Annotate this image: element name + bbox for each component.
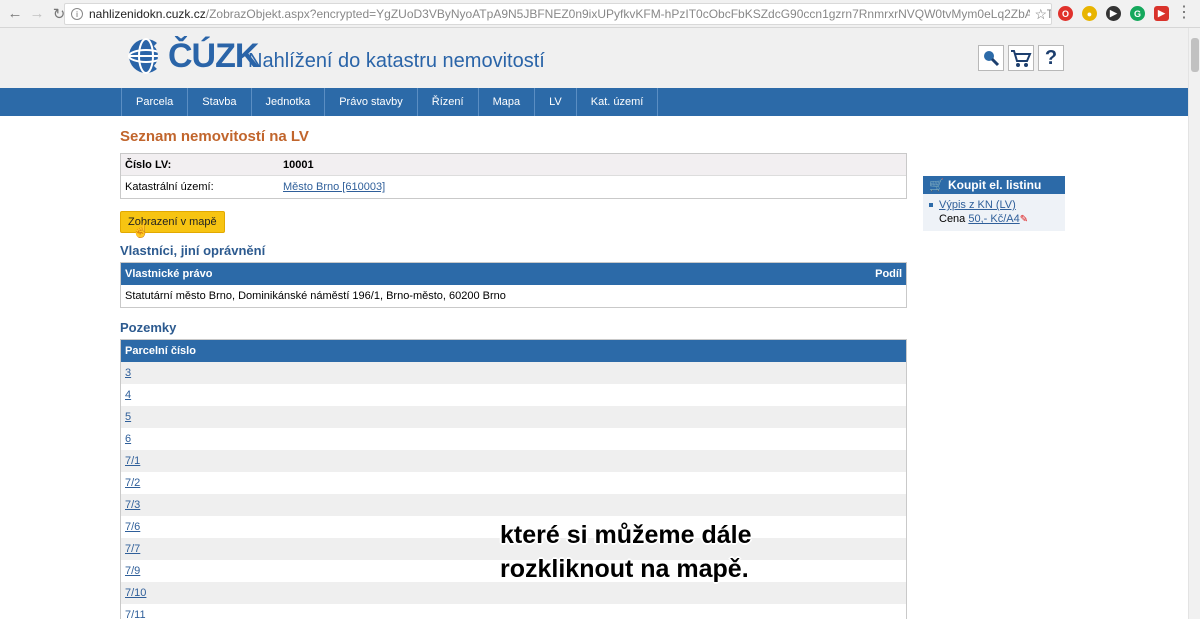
cadastral-area-row: Katastrální území: Město Brno [610003] xyxy=(121,176,906,198)
parcel-link[interactable]: 7/3 xyxy=(125,499,140,511)
cart-small-icon: 🛒 xyxy=(929,178,944,192)
back-arrow-icon[interactable]: ← xyxy=(4,3,26,25)
cart-icon[interactable] xyxy=(1008,45,1034,71)
help-icon[interactable]: ? xyxy=(1038,45,1064,71)
parcel-link[interactable]: 4 xyxy=(125,389,131,401)
parcel-number-column-header: Parcelní číslo xyxy=(121,340,906,362)
parcel-link[interactable]: 7/6 xyxy=(125,521,140,533)
price-label: Cena xyxy=(939,213,966,225)
site-title: Nahlížení do katastru nemovitostí xyxy=(248,50,545,72)
url-path: /ZobrazObjekt.aspx?encrypted=YgZUoD3VByN… xyxy=(205,7,1052,21)
price-link[interactable]: 50,- Kč/A4 xyxy=(968,213,1019,225)
subtitle-line-2: rozkliknout na mapě. xyxy=(500,555,749,583)
site-header: ČÚZK Nahlížení do katastru nemovitostí ? xyxy=(0,28,1200,88)
cuzk-logo[interactable]: ČÚZK xyxy=(126,36,259,76)
lv-info-table: Číslo LV: 10001 Katastrální území: Město… xyxy=(120,153,907,199)
share-column-header: Podíl xyxy=(875,268,902,280)
table-row: 3 xyxy=(121,362,906,384)
scrollbar-thumb[interactable] xyxy=(1191,38,1199,72)
info-icon[interactable]: i xyxy=(71,8,83,20)
cadastral-area-link[interactable]: Město Brno [610003] xyxy=(283,181,385,193)
main-navigation: Parcela Stavba Jednotka Právo stavby Říz… xyxy=(0,88,1200,116)
parcel-link[interactable]: 7/10 xyxy=(125,587,146,599)
opera-extension-icon[interactable]: O xyxy=(1058,6,1073,21)
lv-extract-link[interactable]: Výpis z KN (LV) xyxy=(939,199,1016,211)
forward-arrow-icon[interactable]: → xyxy=(26,3,48,25)
cadastral-area-label: Katastrální území: xyxy=(125,181,214,193)
play-extension-icon[interactable]: ▶ xyxy=(1106,6,1121,21)
nav-item-kat-uzemi[interactable]: Kat. území xyxy=(577,88,659,116)
nav-item-pravo-stavby[interactable]: Právo stavby xyxy=(325,88,418,116)
table-row: 5 xyxy=(121,406,906,428)
owner-row: Statutární město Brno, Dominikánské námě… xyxy=(125,290,506,302)
nav-item-jednotka[interactable]: Jednotka xyxy=(252,88,326,116)
table-row: 4 xyxy=(121,384,906,406)
land-heading: Pozemky xyxy=(120,320,177,335)
subtitle-line-1: které si můžeme dále xyxy=(500,521,752,549)
browser-toolbar: ← → ↻ i nahlizenidokn.cuzk.cz/ZobrazObje… xyxy=(0,0,1200,28)
table-row: 7/2 xyxy=(121,472,906,494)
show-in-map-button[interactable]: Zobrazení v mapě ☝ xyxy=(120,211,225,238)
table-row: 6 xyxy=(121,428,906,450)
hand-cursor-icon: ☝ xyxy=(132,222,150,238)
parcel-link[interactable]: 3 xyxy=(125,367,131,379)
parcel-link[interactable]: 7/2 xyxy=(125,477,140,489)
owners-table-header: Vlastnické právo Podíl xyxy=(121,263,906,285)
lv-number-label: Číslo LV: xyxy=(125,158,172,171)
nav-item-parcela[interactable]: Parcela xyxy=(122,88,189,116)
search-key-icon[interactable] xyxy=(978,45,1004,71)
nav-item-rizeni[interactable]: Řízení xyxy=(418,88,479,116)
table-row: 7/11 xyxy=(121,604,906,619)
table-row: 7/3 xyxy=(121,494,906,516)
logo-text: ČÚZK xyxy=(168,36,259,75)
buy-document-panel: 🛒 Koupit el. listinu Výpis z KN (LV) Cen… xyxy=(923,176,1065,231)
table-row: 7/1 xyxy=(121,450,906,472)
nav-item-stavba[interactable]: Stavba xyxy=(188,88,252,116)
video-subtitle: které si můžeme dále rozkliknout na mapě… xyxy=(500,518,752,586)
address-bar[interactable]: i nahlizenidokn.cuzk.cz/ZobrazObjekt.asp… xyxy=(64,3,1052,25)
bookmark-star-icon[interactable]: ☆ xyxy=(1030,6,1047,23)
lv-number-row: Číslo LV: 10001 xyxy=(121,154,906,176)
parcel-link[interactable]: 7/1 xyxy=(125,455,140,467)
owners-table: Vlastnické právo Podíl Statutární město … xyxy=(120,262,907,308)
header-tools: ? xyxy=(978,45,1064,71)
page-title: Seznam nemovitostí na LV xyxy=(120,128,309,145)
parcel-link[interactable]: 7/7 xyxy=(125,543,140,555)
buy-document-body: Výpis z KN (LV) Cena 50,- Kč/A4✎ xyxy=(923,194,1065,231)
bullet-icon xyxy=(929,203,933,208)
page-scrollbar[interactable] xyxy=(1188,28,1200,619)
browser-menu-icon[interactable]: ⋮ xyxy=(1176,4,1192,22)
lv-number-value: 10001 xyxy=(283,158,314,171)
parcel-link[interactable]: 5 xyxy=(125,411,131,423)
parcel-link[interactable]: 7/11 xyxy=(125,609,146,619)
buy-document-header: 🛒 Koupit el. listinu xyxy=(923,176,1065,194)
page: ČÚZK Nahlížení do katastru nemovitostí ?… xyxy=(0,28,1200,619)
buy-document-title: Koupit el. listinu xyxy=(947,178,1042,192)
parcel-link[interactable]: 6 xyxy=(125,433,131,445)
ownership-column-header: Vlastnické právo xyxy=(125,268,213,280)
grammarly-extension-icon[interactable]: G xyxy=(1130,6,1145,21)
extension-icon[interactable]: ● xyxy=(1082,6,1097,21)
nav-item-lv[interactable]: LV xyxy=(535,88,577,116)
nav-item-mapa[interactable]: Mapa xyxy=(479,88,536,116)
pencil-icon[interactable]: ✎ xyxy=(1020,214,1028,225)
owners-heading: Vlastníci, jiní oprávnění xyxy=(120,243,266,258)
globe-logo-icon xyxy=(128,38,164,74)
video-extension-icon[interactable]: ▶ xyxy=(1154,6,1169,21)
url-host: nahlizenidokn.cuzk.cz xyxy=(89,7,206,21)
parcel-link[interactable]: 7/9 xyxy=(125,565,140,577)
